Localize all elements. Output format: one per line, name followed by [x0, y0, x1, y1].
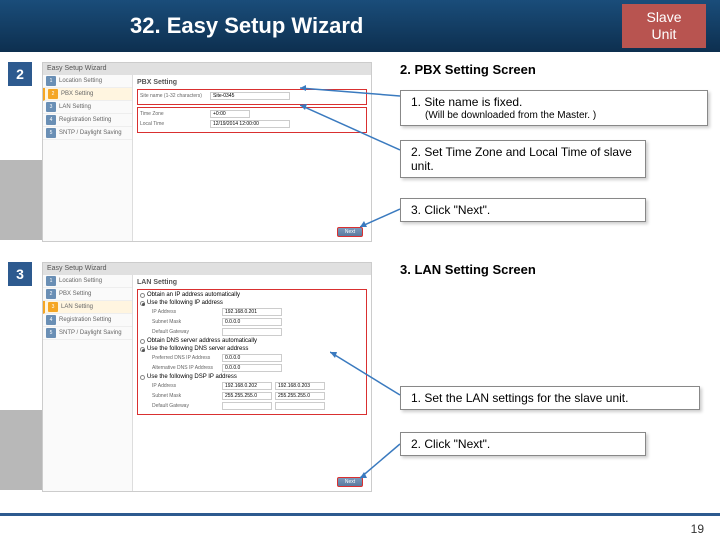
callout-subtext: (Will be downloaded from the Master. ): [425, 110, 697, 121]
wizard-sidebar-step: 2PBX Setting: [43, 288, 132, 301]
wizard-title: Easy Setup Wizard: [43, 263, 371, 275]
callout-text: 1. Site name is fixed.: [411, 95, 697, 109]
step-badge-3: 3: [8, 262, 32, 286]
checkbox-icon: [140, 375, 145, 380]
wizard-screenshot-pbx: Easy Setup Wizard 1Location Setting 2PBX…: [42, 62, 372, 242]
callout-2-3: 3. Click "Next".: [400, 198, 646, 222]
time-highlight: Time Zone+0:00 Local Time12/19/2014 12:0…: [137, 107, 367, 133]
section2-heading: 2. PBX Setting Screen: [400, 62, 536, 77]
next-button[interactable]: Next: [337, 477, 363, 487]
wizard-screenshot-lan: Easy Setup Wizard 1Location Setting 2PBX…: [42, 262, 372, 492]
wizard-sidebar-step: 3LAN Setting: [43, 301, 132, 314]
callout-2-2: 2. Set Time Zone and Local Time of slave…: [400, 140, 646, 178]
wizard-body: 1Location Setting 2PBX Setting 3LAN Sett…: [43, 75, 371, 241]
wizard-sidebar-step: 4Registration Setting: [43, 114, 132, 127]
wizard-sidebar-step: 1Location Setting: [43, 275, 132, 288]
wizard-body: 1Location Setting 2PBX Setting 3LAN Sett…: [43, 275, 371, 491]
radio-icon: [140, 293, 145, 298]
wizard-sidebar-step: 5SNTP / Daylight Saving: [43, 127, 132, 140]
slave-line2: Unit: [652, 26, 677, 43]
site-name-highlight: Site name (1-32 characters)Site-0345: [137, 89, 367, 105]
wizard-main-lan: LAN Setting Obtain an IP address automat…: [133, 275, 371, 491]
footer-rule: [0, 513, 720, 516]
radio-icon: [140, 301, 145, 306]
callout-text: 3. Click "Next".: [411, 203, 635, 217]
wizard-sidebar-step: 4Registration Setting: [43, 314, 132, 327]
slide-header: 32. Easy Setup Wizard Slave Unit: [0, 0, 720, 52]
slave-line1: Slave: [646, 9, 681, 26]
slave-unit-badge: Slave Unit: [622, 4, 706, 48]
step-badge-2: 2: [8, 62, 32, 86]
radio-icon: [140, 347, 145, 352]
panel-title: PBX Setting: [137, 79, 367, 86]
wizard-sidebar-step: 5SNTP / Daylight Saving: [43, 327, 132, 340]
next-button[interactable]: Next: [337, 227, 363, 237]
callout-3-2: 2. Click "Next".: [400, 432, 646, 456]
lan-highlight: Obtain an IP address automatically Use t…: [137, 289, 367, 415]
callout-text: 2. Set Time Zone and Local Time of slave…: [411, 145, 635, 173]
wizard-main-pbx: PBX Setting Site name (1-32 characters)S…: [133, 75, 371, 241]
slide-title: 32. Easy Setup Wizard: [130, 13, 363, 39]
callout-2-1: 1. Site name is fixed. (Will be download…: [400, 90, 708, 126]
radio-icon: [140, 339, 145, 344]
wizard-sidebar-step: 3LAN Setting: [43, 101, 132, 114]
wizard-title: Easy Setup Wizard: [43, 63, 371, 75]
panel-title: LAN Setting: [137, 279, 367, 286]
wizard-sidebar-step: 2PBX Setting: [43, 88, 132, 101]
wizard-sidebar: 1Location Setting 2PBX Setting 3LAN Sett…: [43, 75, 133, 241]
wizard-sidebar-step: 1Location Setting: [43, 75, 132, 88]
page-number: 19: [691, 522, 704, 536]
callout-text: 1. Set the LAN settings for the slave un…: [411, 391, 689, 405]
wizard-sidebar: 1Location Setting 2PBX Setting 3LAN Sett…: [43, 275, 133, 491]
callout-text: 2. Click "Next".: [411, 437, 635, 451]
section3-heading: 3. LAN Setting Screen: [400, 262, 536, 277]
callout-3-1: 1. Set the LAN settings for the slave un…: [400, 386, 700, 410]
